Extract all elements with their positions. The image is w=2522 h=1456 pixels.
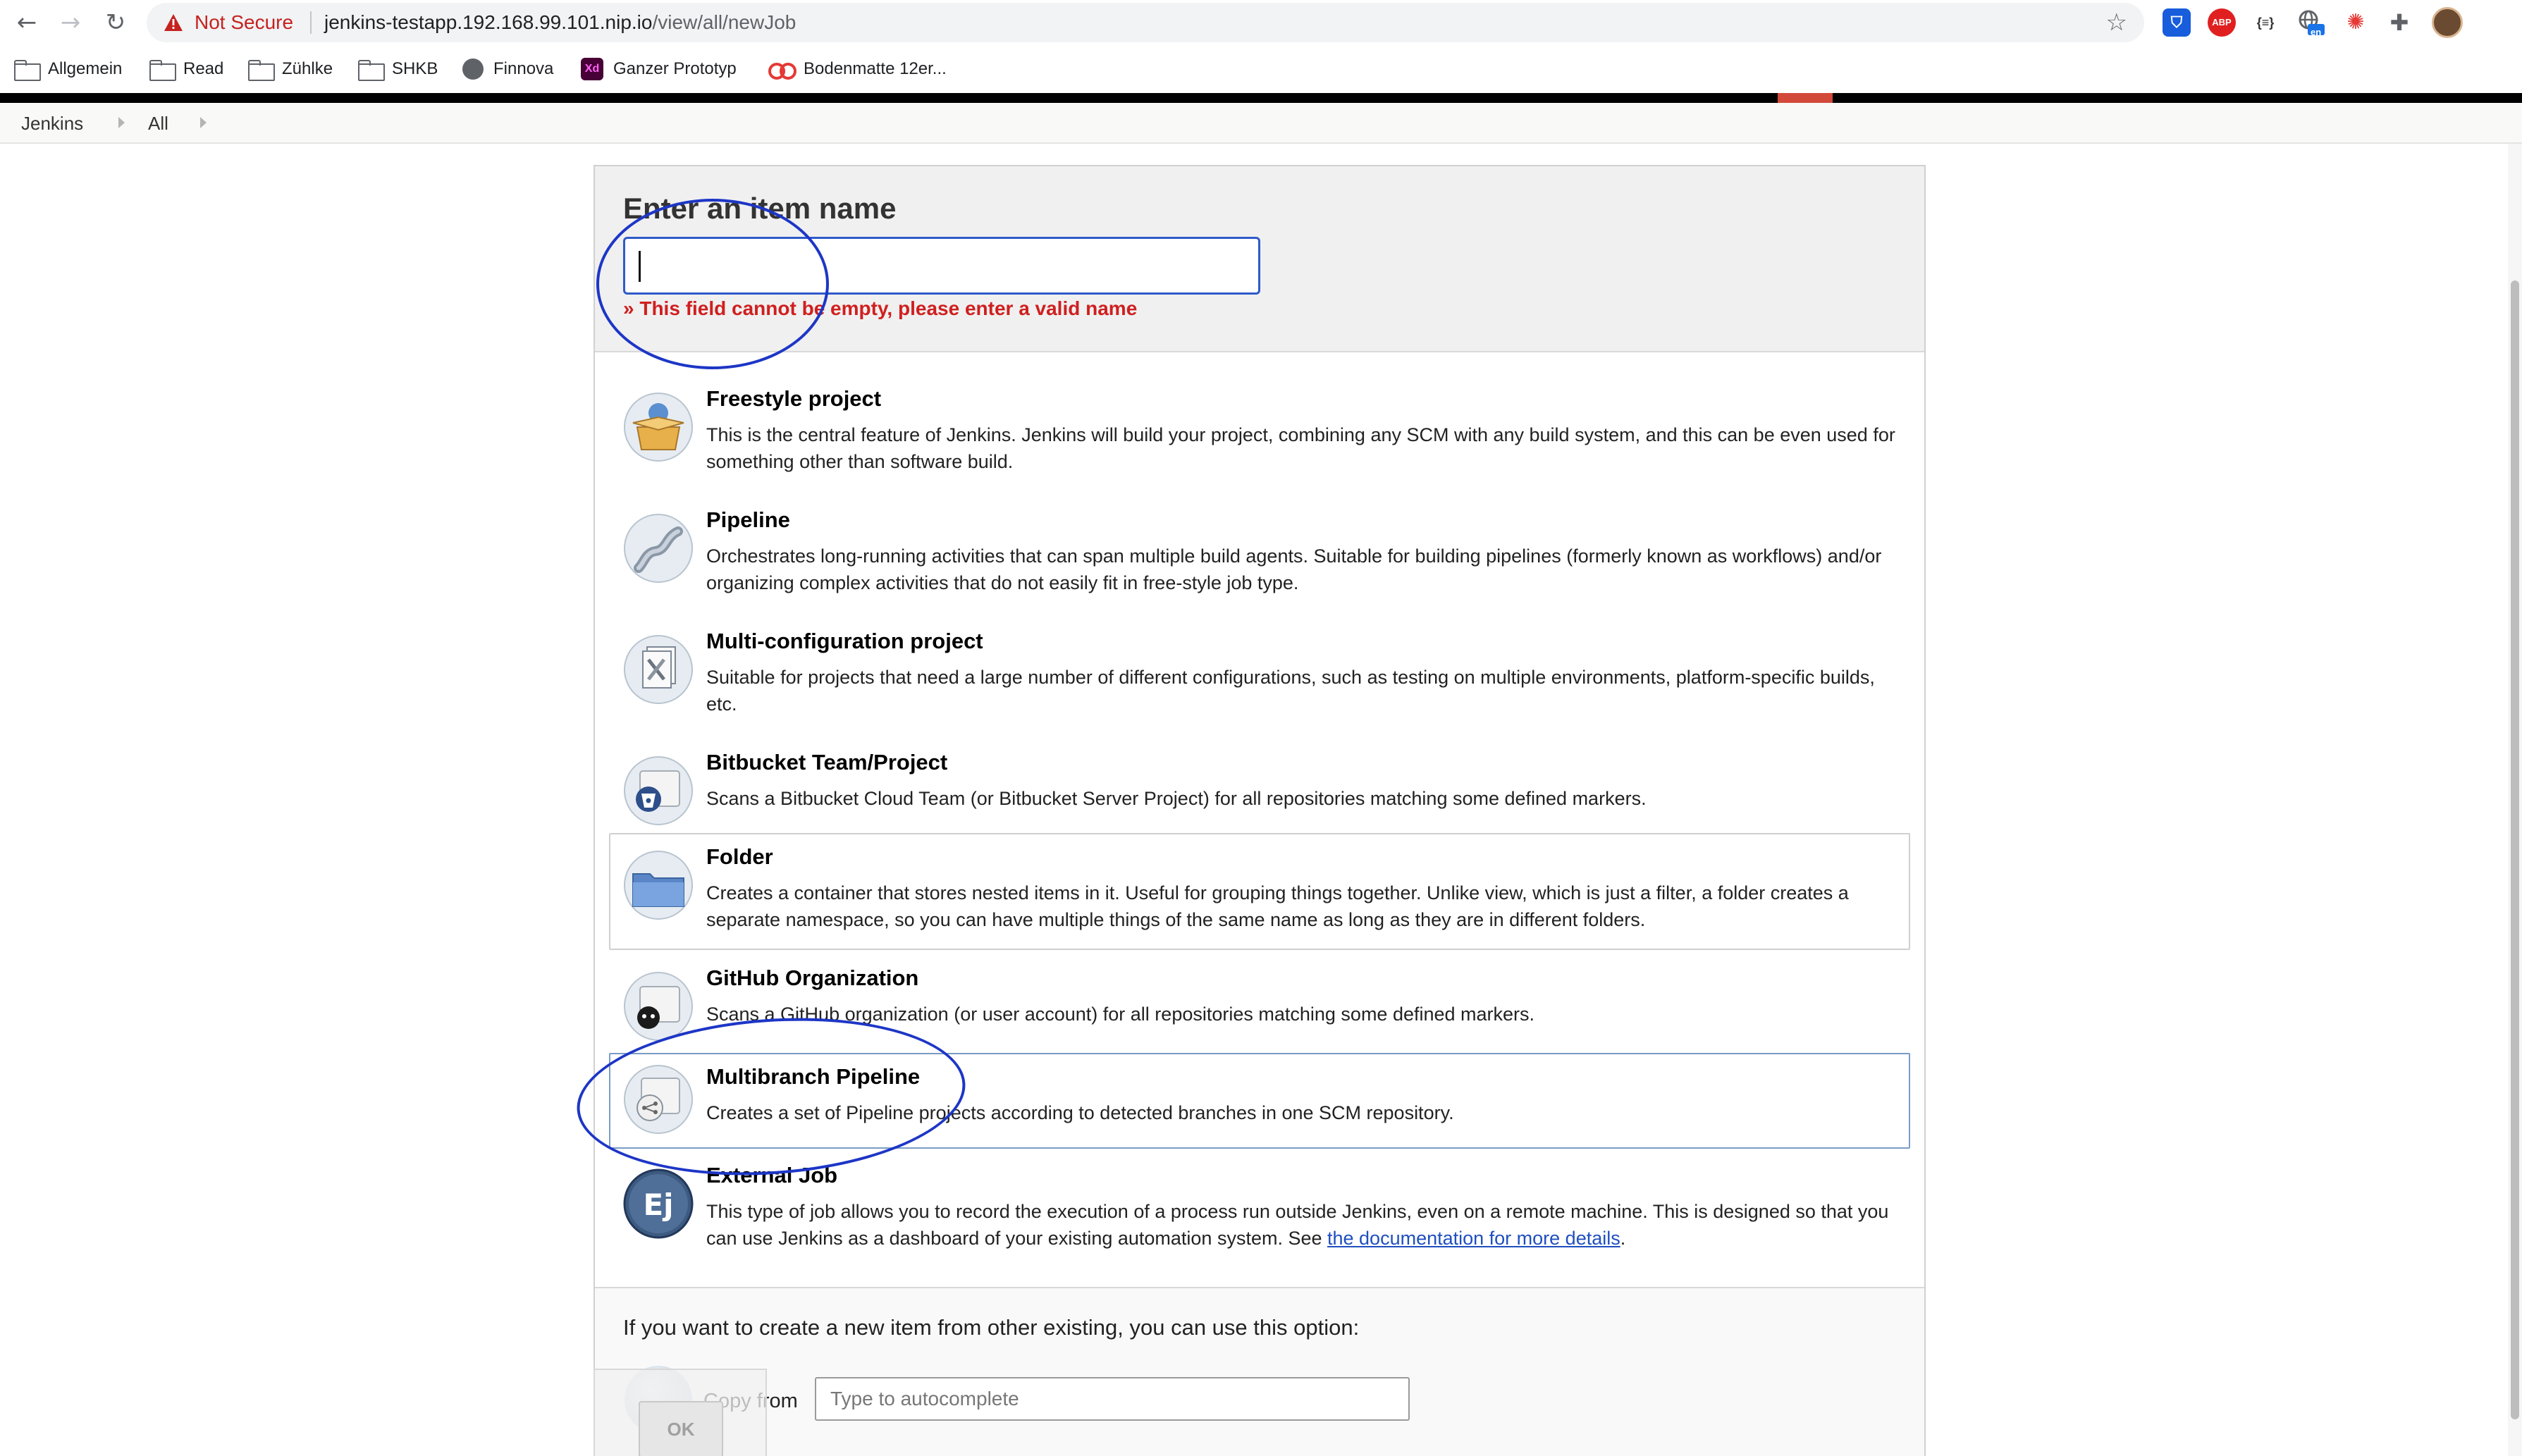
breadcrumb-all[interactable]: All bbox=[148, 113, 168, 135]
bookmark-allgemein[interactable]: Allgemein bbox=[14, 56, 122, 82]
page-title: Enter an item name bbox=[623, 192, 897, 225]
bookmark-label: Bodenmatte 12er... bbox=[804, 59, 947, 78]
item-description: Scans a Bitbucket Cloud Team (or Bitbuck… bbox=[706, 788, 1647, 809]
documentation-link[interactable]: the documentation for more details bbox=[1327, 1228, 1620, 1249]
puzzle-extensions-icon[interactable]: ✚ bbox=[2385, 8, 2413, 37]
item-title: Freestyle project bbox=[706, 386, 882, 411]
item-description: Creates a set of Pipeline projects accor… bbox=[706, 1102, 1454, 1123]
folder-icon bbox=[248, 60, 275, 81]
bookmark-label: Read bbox=[183, 59, 224, 78]
item-title: Multibranch Pipeline bbox=[706, 1064, 921, 1089]
item-type-freestyle[interactable]: Freestyle project This is the central fe… bbox=[609, 375, 1910, 492]
folder-item-icon bbox=[624, 851, 693, 920]
multi-config-icon bbox=[624, 635, 693, 704]
item-description: This is the central feature of Jenkins. … bbox=[706, 424, 1895, 472]
bookmark-shkb[interactable]: SHKB bbox=[358, 56, 438, 82]
bookmark-bodenmatte[interactable]: Bodenmatte 12er... bbox=[768, 56, 947, 82]
item-description: This type of job allows you to record th… bbox=[706, 1198, 1897, 1252]
item-description: Scans a GitHub organization (or user acc… bbox=[706, 1004, 1535, 1025]
pipeline-icon bbox=[624, 514, 693, 583]
address-bar[interactable]: Not Secure jenkins-testapp.192.168.99.10… bbox=[147, 3, 2144, 42]
bookmark-label: Ganzer Prototyp bbox=[613, 59, 737, 78]
browser-toolbar: ← → ↻ Not Secure jenkins-testapp.192.168… bbox=[0, 0, 2522, 45]
copy-hint: If you want to create a new item from ot… bbox=[623, 1315, 1360, 1340]
adobe-xd-icon: Xd bbox=[581, 58, 603, 80]
breadcrumb-chevron-icon[interactable] bbox=[200, 117, 207, 128]
item-type-pipeline[interactable]: Pipeline Orchestrates long-running activ… bbox=[609, 496, 1910, 613]
reload-icon[interactable]: ↻ bbox=[100, 7, 131, 38]
breadcrumb: Jenkins All bbox=[0, 103, 2522, 144]
item-title: Bitbucket Team/Project bbox=[706, 750, 948, 775]
item-name-header: Enter an item name » This field cannot b… bbox=[595, 166, 1924, 352]
bookmark-label: Finnova bbox=[493, 59, 554, 78]
omnibox-separator bbox=[310, 11, 312, 34]
item-title: GitHub Organization bbox=[706, 965, 919, 990]
globe-icon bbox=[462, 58, 484, 80]
bookmark-finnova[interactable]: Finnova bbox=[462, 56, 553, 82]
bookmark-read[interactable]: Read bbox=[149, 56, 223, 82]
ok-button[interactable]: OK bbox=[639, 1401, 723, 1456]
breadcrumb-chevron-icon[interactable] bbox=[118, 117, 125, 128]
profile-avatar[interactable] bbox=[2432, 7, 2463, 38]
url-text[interactable]: jenkins-testapp.192.168.99.101.nip.io/vi… bbox=[324, 11, 796, 34]
octopus-extension-icon[interactable]: ✺ bbox=[2342, 8, 2370, 37]
validation-error: » This field cannot be empty, please ent… bbox=[623, 297, 1138, 319]
bookmark-ganzer-prototyp[interactable]: Xd Ganzer Prototyp bbox=[581, 56, 737, 82]
forward-arrow-icon[interactable]: → bbox=[55, 7, 86, 38]
page-scrollbar[interactable] bbox=[2508, 144, 2522, 1456]
item-type-multi-configuration[interactable]: Multi-configuration project Suitable for… bbox=[609, 617, 1910, 734]
item-name-input[interactable] bbox=[623, 237, 1260, 295]
new-item-form: Enter an item name » This field cannot b… bbox=[593, 165, 1926, 1456]
warning-icon bbox=[164, 14, 183, 31]
external-job-icon-text: Ej bbox=[643, 1187, 673, 1222]
item-description: Orchestrates long-running activities tha… bbox=[706, 545, 1882, 593]
item-title: Multi-configuration project bbox=[706, 629, 983, 653]
bitbucket-icon bbox=[624, 756, 693, 825]
translate-extension-icon[interactable]: en bbox=[2296, 8, 2325, 37]
bookmark-label: Zühlke bbox=[282, 59, 333, 78]
bookmark-label: Allgemein bbox=[48, 59, 123, 78]
bookmark-star-icon[interactable]: ☆ bbox=[2106, 8, 2127, 37]
url-path: /view/all/newJob bbox=[652, 11, 796, 33]
adblock-extension-icon[interactable]: ABP bbox=[2208, 8, 2236, 37]
bookmark-zuehlke[interactable]: Zühlke bbox=[248, 56, 333, 82]
jenkins-header-accent bbox=[1778, 93, 1833, 103]
github-icon bbox=[624, 972, 693, 1041]
text-caret bbox=[639, 251, 641, 282]
breadcrumb-jenkins[interactable]: Jenkins bbox=[21, 113, 83, 135]
copy-from-input[interactable] bbox=[815, 1377, 1410, 1421]
json-extension-icon[interactable]: {≡} bbox=[2251, 8, 2280, 37]
folder-icon bbox=[149, 60, 176, 81]
description-text: This type of job allows you to record th… bbox=[706, 1201, 1889, 1249]
external-job-icon: Ej bbox=[623, 1168, 694, 1239]
item-description: Creates a container that stores nested i… bbox=[706, 882, 1849, 930]
language-badge: en bbox=[2311, 27, 2322, 37]
bookmarks-bar: Allgemein Read Zühlke SHKB Finnova Xd Gan… bbox=[0, 45, 2522, 93]
glasses-icon bbox=[768, 61, 796, 80]
ok-button-bar: OK bbox=[593, 1369, 767, 1456]
not-secure-label[interactable]: Not Secure bbox=[195, 11, 293, 34]
copy-from-section: If you want to create a new item from ot… bbox=[595, 1287, 1924, 1456]
item-type-external-job[interactable]: Ej External Job This type of job allows … bbox=[609, 1152, 1910, 1269]
folder-icon bbox=[358, 60, 385, 81]
item-title: External Job bbox=[706, 1163, 838, 1187]
bookmark-label: SHKB bbox=[392, 59, 438, 78]
item-title: Pipeline bbox=[706, 507, 790, 532]
jenkins-header-bar bbox=[0, 93, 2522, 103]
folder-icon bbox=[14, 60, 41, 81]
description-text-end: . bbox=[1620, 1228, 1626, 1249]
item-description: Suitable for projects that need a large … bbox=[706, 667, 1875, 715]
item-type-folder[interactable]: Folder Creates a container that stores n… bbox=[609, 833, 1910, 950]
url-host: jenkins-testapp.192.168.99.101.nip.io bbox=[324, 11, 653, 33]
scrollbar-thumb[interactable] bbox=[2511, 280, 2519, 1419]
bitwarden-extension-icon[interactable]: ⛉ bbox=[2163, 8, 2191, 37]
freestyle-box-icon bbox=[624, 393, 693, 462]
item-type-multibranch-pipeline[interactable]: Multibranch Pipeline Creates a set of Pi… bbox=[609, 1053, 1910, 1149]
multibranch-icon bbox=[624, 1065, 693, 1134]
back-arrow-icon[interactable]: ← bbox=[11, 7, 42, 38]
item-title: Folder bbox=[706, 844, 773, 869]
